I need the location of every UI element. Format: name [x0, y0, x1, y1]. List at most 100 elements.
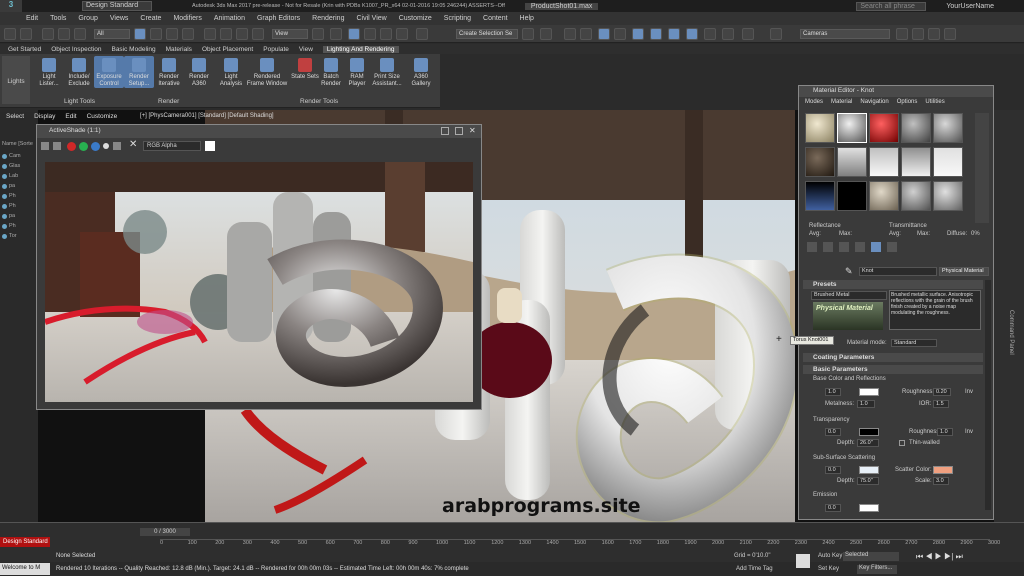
- minimize-icon[interactable]: [441, 127, 449, 135]
- red-channel-icon[interactable]: [67, 142, 76, 151]
- viewport-settings-icon[interactable]: [944, 28, 956, 40]
- camera-dropdown[interactable]: Cameras: [800, 29, 890, 39]
- auto-key-button[interactable]: Auto Key: [818, 553, 842, 559]
- se-menu-select[interactable]: Select: [6, 113, 24, 123]
- visibility-icon[interactable]: [2, 223, 7, 229]
- base-weight-spinner[interactable]: 1.0: [825, 388, 841, 396]
- coating-parameters-rollout[interactable]: Coating Parameters: [803, 353, 983, 362]
- viewport-label[interactable]: [+] [PhysCamera001] [Standard] [Default …: [140, 113, 274, 119]
- scene-row[interactable]: Tor: [2, 232, 17, 240]
- window-crossing-icon[interactable]: [182, 28, 194, 40]
- menu-tools[interactable]: Tools: [50, 15, 66, 22]
- activeshade-title[interactable]: ActiveShade (1:1): [37, 125, 481, 138]
- undo-icon[interactable]: [4, 28, 16, 40]
- app-logo-icon[interactable]: 3: [0, 0, 22, 12]
- select-object-icon[interactable]: [134, 28, 146, 40]
- scene-row[interactable]: Ph: [2, 202, 16, 210]
- basic-parameters-rollout[interactable]: Basic Parameters: [803, 365, 983, 374]
- menu-help[interactable]: Help: [520, 15, 534, 22]
- edit-named-sets-icon[interactable]: [416, 28, 428, 40]
- menu-rendering[interactable]: Rendering: [312, 15, 344, 22]
- scene-row[interactable]: Ph: [2, 192, 16, 200]
- bind-space-warp-icon[interactable]: [74, 28, 86, 40]
- transparency-weight-spinner[interactable]: 0.0: [825, 428, 841, 436]
- material-slot[interactable]: [933, 181, 963, 211]
- ior-spinner[interactable]: 1.5: [933, 400, 949, 408]
- a360-gallery-button[interactable]: A360 Gallery: [406, 56, 436, 88]
- redo-icon[interactable]: [20, 28, 32, 40]
- material-slot[interactable]: [805, 113, 835, 143]
- menu-content[interactable]: Content: [483, 15, 508, 22]
- scene-row[interactable]: Cam: [2, 152, 21, 160]
- scene-row[interactable]: pa: [2, 212, 15, 220]
- material-slot[interactable]: [805, 147, 835, 177]
- emission-weight-spinner[interactable]: 0.0: [825, 504, 841, 512]
- tab-object-placement[interactable]: Object Placement: [202, 46, 253, 53]
- pivot-icon[interactable]: [312, 28, 324, 40]
- viewport-shading-icon[interactable]: [928, 28, 940, 40]
- toggle-ribbon-icon[interactable]: [580, 28, 592, 40]
- render-setup-icon[interactable]: [650, 28, 662, 40]
- reset-map-icon[interactable]: [839, 242, 849, 252]
- material-slot[interactable]: [901, 181, 931, 211]
- me-menu-material[interactable]: Material: [831, 99, 852, 105]
- clear-icon[interactable]: ✕: [129, 139, 137, 150]
- tab-materials[interactable]: Materials: [166, 46, 192, 53]
- tab-view[interactable]: View: [299, 46, 313, 53]
- get-material-icon[interactable]: [807, 242, 817, 252]
- se-menu-edit[interactable]: Edit: [65, 113, 76, 123]
- viewport-tools-icon[interactable]: [896, 28, 908, 40]
- user-account[interactable]: YourUserName: [946, 3, 994, 10]
- viewport-lock-icon[interactable]: [912, 28, 924, 40]
- material-name-field[interactable]: Knot: [859, 267, 937, 276]
- menu-customize[interactable]: Customize: [399, 15, 432, 22]
- copy-image-icon[interactable]: [53, 142, 61, 150]
- key-icon[interactable]: [796, 554, 810, 568]
- scene-row[interactable]: Ph: [2, 222, 16, 230]
- select-by-name-icon[interactable]: [150, 28, 162, 40]
- render-iterative-icon[interactable]: [704, 28, 716, 40]
- mirror-icon[interactable]: [522, 28, 534, 40]
- layer-explorer-icon[interactable]: [564, 28, 576, 40]
- playback-controls[interactable]: ⏮ ◀ ▶ ▶| ⏭: [916, 552, 963, 562]
- material-mode-dropdown[interactable]: Standard: [891, 339, 937, 347]
- scene-row[interactable]: Lab: [2, 172, 18, 180]
- selection-filter-dropdown[interactable]: All: [94, 29, 130, 39]
- maximize-icon[interactable]: [455, 127, 463, 135]
- menu-graph-editors[interactable]: Graph Editors: [257, 15, 300, 22]
- rotate-icon[interactable]: [220, 28, 232, 40]
- render-a360-button[interactable]: Render A360: [184, 56, 214, 88]
- roughness-spinner[interactable]: 0.20: [933, 388, 951, 396]
- ram-player-button[interactable]: RAM Player: [342, 56, 372, 88]
- menu-civil-view[interactable]: Civil View: [356, 15, 386, 22]
- visibility-icon[interactable]: [2, 163, 7, 169]
- material-editor-icon[interactable]: [632, 28, 644, 40]
- workspace-status[interactable]: Design Standard: [0, 537, 50, 547]
- preset-dropdown[interactable]: Brushed Metal: [811, 291, 887, 300]
- a360-icon[interactable]: [742, 28, 754, 40]
- curve-editor-icon[interactable]: [598, 28, 610, 40]
- maxscript-listener[interactable]: Welcome to M: [0, 563, 50, 575]
- thin-walled-checkbox[interactable]: [899, 440, 905, 446]
- key-filters-button[interactable]: Key Filters...: [857, 565, 897, 574]
- workspace-dropdown[interactable]: Design Standard: [82, 1, 152, 11]
- material-type-button[interactable]: Physical Material: [939, 267, 989, 276]
- material-editor-window[interactable]: Material Editor - Knot Modes Material Na…: [798, 85, 994, 520]
- scene-explorer-header[interactable]: Name [Sorte: [2, 140, 33, 148]
- channel-dropdown[interactable]: RGB Alpha: [143, 141, 201, 151]
- print-size-assistant-button[interactable]: Print Size Assistant...: [370, 56, 404, 88]
- menu-animation[interactable]: Animation: [214, 15, 245, 22]
- material-slot[interactable]: [869, 113, 899, 143]
- material-slot[interactable]: [837, 113, 867, 143]
- schematic-view-icon[interactable]: [614, 28, 626, 40]
- placement-icon[interactable]: [252, 28, 264, 40]
- presets-rollout[interactable]: Presets: [803, 280, 983, 289]
- scale-spinner[interactable]: 3.0: [933, 477, 949, 485]
- rendered-frame-window-button[interactable]: Rendered Frame Window: [246, 56, 288, 88]
- tab-populate[interactable]: Populate: [263, 46, 289, 53]
- rendered-frame-window-icon[interactable]: [668, 28, 680, 40]
- percent-snap-icon[interactable]: [380, 28, 392, 40]
- exposure-control-button[interactable]: Exposure Control: [94, 56, 124, 88]
- reference-coordinate-dropdown[interactable]: View: [272, 29, 308, 39]
- tab-lighting-and-rendering[interactable]: Lighting And Rendering: [322, 45, 399, 53]
